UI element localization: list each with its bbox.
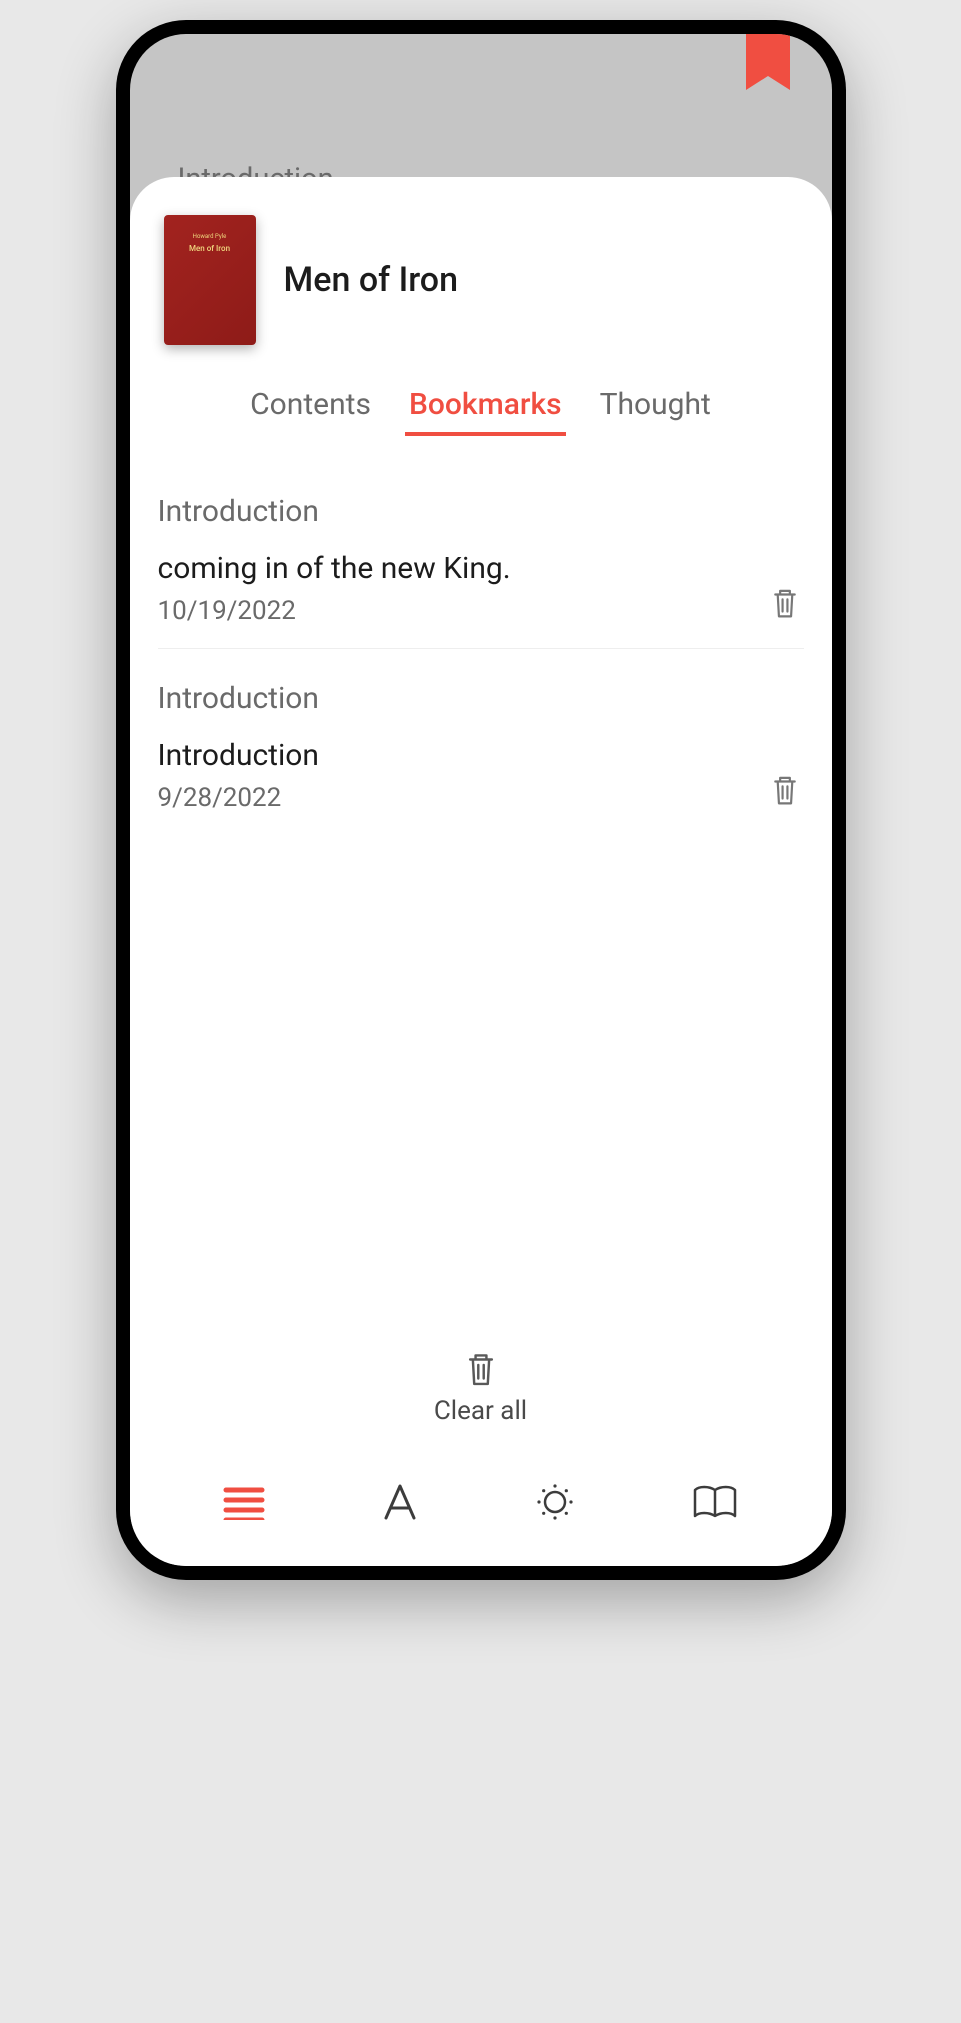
- book-cover[interactable]: Howard Pyle Men of Iron: [164, 215, 256, 345]
- bottom-nav: [130, 1454, 832, 1566]
- tab-bookmarks[interactable]: Bookmarks: [405, 381, 566, 436]
- phone-screen: Introduction Howard Pyle Men of Iron Men…: [130, 34, 832, 1566]
- bookmark-excerpt: Introduction: [158, 738, 804, 773]
- nav-menu-button[interactable]: [222, 1484, 266, 1520]
- tab-thought[interactable]: Thought: [596, 381, 715, 436]
- nav-reader-button[interactable]: [691, 1482, 739, 1522]
- open-book-icon: [691, 1482, 739, 1522]
- bookmark-date: 10/19/2022: [158, 596, 804, 626]
- bookmark-date: 9/28/2022: [158, 783, 804, 813]
- delete-bookmark-button[interactable]: [770, 586, 800, 624]
- cover-title: Men of Iron: [189, 244, 230, 253]
- trash-icon: [464, 1350, 498, 1388]
- book-title: Men of Iron: [284, 260, 459, 300]
- font-icon: [380, 1482, 420, 1522]
- menu-icon: [222, 1484, 266, 1520]
- trash-icon: [770, 586, 800, 620]
- phone-frame: Introduction Howard Pyle Men of Iron Men…: [116, 20, 846, 1580]
- panel-header: Howard Pyle Men of Iron Men of Iron: [130, 177, 832, 369]
- bookmark-chapter: Introduction: [158, 681, 804, 716]
- bookmark-excerpt: coming in of the new King.: [158, 551, 804, 586]
- bookmark-list: Introduction coming in of the new King. …: [130, 460, 832, 1338]
- bookmark-item[interactable]: Introduction Introduction 9/28/2022: [158, 671, 804, 835]
- tab-contents[interactable]: Contents: [246, 381, 375, 436]
- delete-bookmark-button[interactable]: [770, 773, 800, 811]
- bookmark-item[interactable]: Introduction coming in of the new King. …: [158, 484, 804, 649]
- cover-author: Howard Pyle: [193, 233, 227, 240]
- bookmark-chapter: Introduction: [158, 494, 804, 529]
- clear-all-label: Clear all: [434, 1396, 527, 1426]
- clear-all-button[interactable]: Clear all: [130, 1338, 832, 1454]
- tabs: Contents Bookmarks Thought: [130, 369, 832, 460]
- nav-brightness-button[interactable]: [533, 1480, 577, 1524]
- trash-icon: [770, 773, 800, 807]
- bookmarks-panel: Howard Pyle Men of Iron Men of Iron Cont…: [130, 177, 832, 1566]
- brightness-icon: [533, 1480, 577, 1524]
- bookmark-ribbon-icon[interactable]: [746, 34, 790, 96]
- nav-font-button[interactable]: [380, 1482, 420, 1522]
